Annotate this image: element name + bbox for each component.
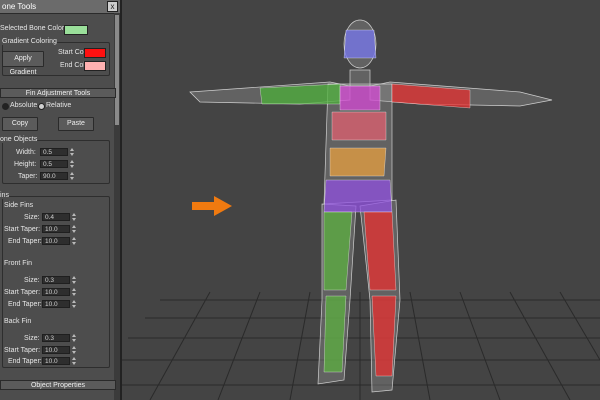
absolute-radio[interactable] bbox=[2, 103, 9, 110]
taper-spinner-arrows-icon[interactable] bbox=[70, 172, 75, 180]
apply-gradient-button[interactable]: Apply Gradient bbox=[2, 51, 44, 76]
fin-adjustment-tools-header[interactable]: Fin Adjustment Tools bbox=[0, 88, 116, 98]
back-end-taper-spinner[interactable]: 10.0 bbox=[42, 357, 70, 365]
relative-label: Relative bbox=[46, 102, 72, 109]
ground-grid bbox=[122, 291, 600, 400]
bone-pelvis bbox=[323, 179, 393, 213]
back-end-taper-label: End Taper: bbox=[8, 358, 42, 365]
side-size-spinner[interactable]: 0.4 bbox=[42, 213, 70, 221]
bone-left-shin bbox=[323, 295, 347, 373]
gradient-coloring-header: Gradient Coloring bbox=[2, 38, 57, 45]
bone-objects-header: one Objects bbox=[0, 136, 38, 143]
width-spinner[interactable]: 0.5 bbox=[40, 148, 68, 156]
height-spinner-arrows-icon[interactable] bbox=[70, 160, 75, 168]
back-size-spinner[interactable]: 0.3 bbox=[42, 334, 70, 342]
front-start-taper-label: Start Taper: bbox=[4, 289, 41, 296]
front-fin-label[interactable]: Front Fin bbox=[4, 260, 32, 267]
bone-belly bbox=[329, 147, 387, 177]
front-end-taper-arrows-icon[interactable] bbox=[72, 300, 77, 308]
side-end-taper-spinner[interactable]: 10.0 bbox=[42, 237, 70, 245]
back-end-taper-arrows-icon[interactable] bbox=[72, 357, 77, 365]
start-color-swatch[interactable] bbox=[84, 48, 106, 58]
copy-button[interactable]: Copy bbox=[2, 117, 38, 131]
back-start-taper-arrows-icon[interactable] bbox=[72, 346, 77, 354]
panel-scrollbar[interactable] bbox=[114, 13, 120, 400]
front-size-spinner[interactable]: 0.3 bbox=[42, 276, 70, 284]
side-size-arrows-icon[interactable] bbox=[72, 213, 77, 221]
width-spinner-arrows-icon[interactable] bbox=[70, 148, 75, 156]
side-start-taper-spinner[interactable]: 10.0 bbox=[42, 225, 70, 233]
side-end-taper-label: End Taper: bbox=[8, 238, 42, 245]
scroll-thumb[interactable] bbox=[115, 15, 119, 125]
bone-chest bbox=[339, 85, 381, 111]
back-start-taper-spinner[interactable]: 10.0 bbox=[42, 346, 70, 354]
height-spinner[interactable]: 0.5 bbox=[40, 160, 68, 168]
paste-button[interactable]: Paste bbox=[58, 117, 94, 131]
back-start-taper-label: Start Taper: bbox=[4, 347, 41, 354]
bone-head bbox=[343, 29, 377, 59]
end-color-swatch[interactable] bbox=[84, 61, 106, 71]
close-icon[interactable]: x bbox=[107, 1, 118, 12]
side-size-label: Size: bbox=[24, 214, 40, 221]
front-size-arrows-icon[interactable] bbox=[72, 276, 77, 284]
taper-label: Taper: bbox=[18, 173, 38, 180]
selected-bone-color-label: Selected Bone Color bbox=[0, 25, 65, 32]
front-end-taper-label: End Taper: bbox=[8, 301, 42, 308]
front-start-taper-arrows-icon[interactable] bbox=[72, 288, 77, 296]
back-fin-label[interactable]: Back Fin bbox=[4, 318, 31, 325]
absolute-label: Absolute bbox=[10, 102, 38, 109]
height-label: Height: bbox=[14, 161, 37, 168]
side-end-taper-arrows-icon[interactable] bbox=[72, 237, 77, 245]
back-size-arrows-icon[interactable] bbox=[72, 334, 77, 342]
front-size-label: Size: bbox=[24, 277, 40, 284]
taper-spinner[interactable]: 90.0 bbox=[40, 172, 68, 180]
back-size-label: Size: bbox=[24, 335, 40, 342]
front-start-taper-spinner[interactable]: 10.0 bbox=[42, 288, 70, 296]
side-fins-label[interactable]: Side Fins bbox=[4, 202, 33, 209]
relative-radio[interactable] bbox=[38, 103, 45, 110]
front-end-taper-spinner[interactable]: 10.0 bbox=[42, 300, 70, 308]
selected-bone-color-swatch[interactable] bbox=[64, 25, 88, 35]
side-start-taper-label: Start Taper: bbox=[4, 226, 41, 233]
pointer-arrow-icon bbox=[192, 196, 232, 216]
bone-ribs bbox=[331, 111, 387, 141]
panel-title: one Tools bbox=[2, 2, 37, 11]
bone-tools-panel: one Tools x Selected Bone Color Gradient… bbox=[0, 0, 122, 400]
fins-header: ins bbox=[0, 192, 9, 199]
width-label: Width: bbox=[16, 149, 36, 156]
panel-title-bar[interactable]: one Tools x bbox=[0, 0, 120, 14]
object-properties-header[interactable]: Object Properties bbox=[0, 380, 116, 390]
bone-right-shin bbox=[371, 295, 397, 377]
side-start-taper-arrows-icon[interactable] bbox=[72, 225, 77, 233]
